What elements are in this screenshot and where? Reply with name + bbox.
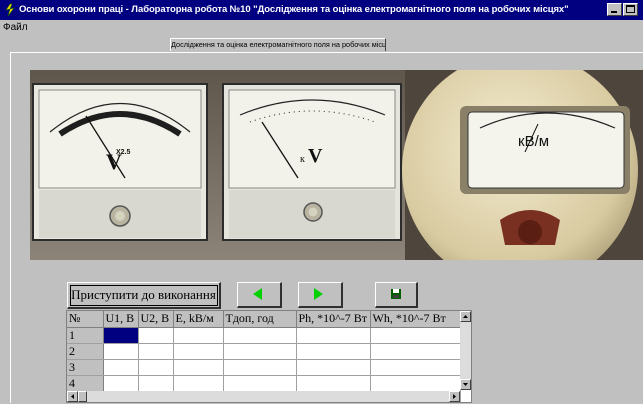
next-button[interactable]: [298, 282, 343, 308]
table-cell[interactable]: [138, 343, 174, 360]
table-cell[interactable]: [173, 359, 224, 376]
table-cell[interactable]: [296, 375, 371, 392]
table-cell[interactable]: [370, 327, 461, 344]
column-header[interactable]: Ph, *10^-7 Bт: [296, 311, 371, 328]
floppy-disk-icon: [391, 289, 401, 299]
minimize-icon: [611, 11, 617, 13]
green-left-arrow-icon: [253, 288, 262, 300]
arrow-down-icon: [463, 383, 468, 386]
title-bar: Основи охорони праці - Лабораторна робот…: [0, 0, 643, 20]
maximize-button[interactable]: [623, 3, 638, 16]
column-header[interactable]: U2, B: [138, 311, 174, 328]
table-cell[interactable]: [103, 359, 139, 376]
table-cell[interactable]: [296, 343, 371, 360]
column-header[interactable]: U1, B: [103, 311, 139, 328]
table-cell[interactable]: [223, 359, 297, 376]
scroll-down-button[interactable]: [460, 379, 471, 390]
results-table: № U1, B U2, B E, kB/м Tдоп, год Ph, *10^…: [67, 311, 461, 402]
arrow-right-icon: [453, 394, 456, 399]
prev-button[interactable]: [237, 282, 282, 308]
menu-bar: Файл: [0, 20, 643, 38]
horizontal-scrollbar[interactable]: [67, 391, 460, 402]
table-cell[interactable]: [103, 375, 139, 392]
table-cell[interactable]: [173, 327, 224, 344]
window-title: Основи охорони праці - Лабораторна робот…: [19, 4, 569, 15]
arrow-left-icon: [71, 394, 74, 399]
column-header[interactable]: №: [67, 311, 104, 328]
table-cell[interactable]: [223, 343, 297, 360]
green-right-arrow-icon: [314, 288, 323, 300]
table-cell[interactable]: [370, 359, 461, 376]
row-number: 1: [67, 327, 104, 344]
row-number: 3: [67, 359, 104, 376]
column-header[interactable]: Wh, *10^-7 Bт: [370, 311, 461, 328]
menu-file[interactable]: Файл: [3, 22, 28, 33]
scroll-right-button[interactable]: [449, 391, 460, 402]
table-cell[interactable]: [296, 359, 371, 376]
column-header[interactable]: E, kB/м: [173, 311, 224, 328]
table-cell[interactable]: [173, 343, 224, 360]
table-cell[interactable]: [103, 327, 139, 344]
scroll-left-button[interactable]: [67, 391, 78, 402]
field-meter: кВ/м: [402, 70, 643, 260]
arrow-up-icon: [463, 315, 468, 318]
maximize-icon: [626, 5, 635, 13]
instruments-photo: V X2.5 к V кВ/м: [30, 70, 643, 260]
meter2-prefix: к: [300, 154, 305, 165]
meter3-unit: кВ/м: [518, 133, 549, 150]
app-icon: [3, 3, 17, 17]
table-cell[interactable]: [223, 375, 297, 392]
results-grid[interactable]: № U1, B U2, B E, kB/м Tдоп, год Ph, *10^…: [66, 310, 472, 403]
tab-research[interactable]: Дослідження та оцінка електромагнітного …: [170, 38, 386, 51]
table-row: 3: [67, 359, 461, 376]
row-number: 4: [67, 375, 104, 392]
table-row: 1: [67, 327, 461, 344]
scroll-up-button[interactable]: [460, 311, 471, 322]
voltmeter-2: к V: [222, 83, 402, 241]
meter1-multiplier: X2.5: [116, 149, 131, 156]
table-cell[interactable]: [223, 327, 297, 344]
table-row: 4: [67, 375, 461, 392]
row-number: 2: [67, 343, 104, 360]
scroll-thumb[interactable]: [78, 391, 87, 402]
voltmeter-1: V X2.5: [32, 83, 208, 241]
meter2-unit: V: [308, 145, 323, 167]
table-cell[interactable]: [138, 359, 174, 376]
table-cell[interactable]: [370, 375, 461, 392]
save-button[interactable]: [375, 282, 418, 308]
table-cell[interactable]: [370, 343, 461, 360]
start-button[interactable]: Приступити до виконання: [67, 282, 221, 309]
tab-strip: Дослідження та оцінка електромагнітного …: [0, 38, 643, 52]
table-row: 2: [67, 343, 461, 360]
table-cell[interactable]: [138, 327, 174, 344]
instruments-image: V X2.5 к V кВ/м: [30, 70, 643, 260]
table-cell[interactable]: [173, 375, 224, 392]
column-header[interactable]: Tдоп, год: [223, 311, 297, 328]
table-header-row: № U1, B U2, B E, kB/м Tдоп, год Ph, *10^…: [67, 311, 461, 328]
table-cell[interactable]: [103, 343, 139, 360]
minimize-button[interactable]: [607, 3, 622, 16]
vertical-scrollbar[interactable]: [460, 311, 471, 390]
table-cell[interactable]: [296, 327, 371, 344]
table-cell[interactable]: [138, 375, 174, 392]
